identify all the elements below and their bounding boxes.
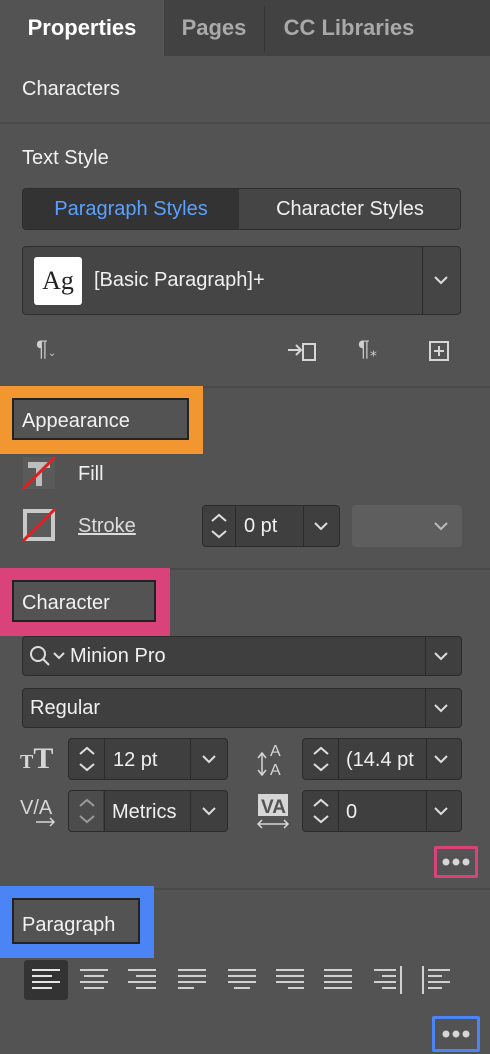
align-right-icon[interactable] [126,966,158,994]
svg-text:VA: VA [261,797,286,818]
fill-swatch-icon[interactable] [22,456,56,490]
justify-left-icon[interactable] [176,966,208,994]
field-divider [104,739,105,779]
svg-text:A: A [270,743,281,760]
text-style-heading: Text Style [22,147,109,169]
field-divider [235,506,236,546]
tab-pages[interactable]: Pages [165,0,263,56]
font-style-value: Regular [30,697,101,719]
load-styles-icon[interactable] [286,338,318,364]
paragraph-mark-menu-icon[interactable]: ¶⌄ [36,336,56,362]
stepper-arrows-icon[interactable] [76,795,98,827]
font-family-value: Minion Pro [70,645,166,667]
stepper-arrows-icon[interactable] [76,743,98,775]
character-heading: Character [22,592,110,614]
svg-text:A: A [270,762,281,778]
field-divider [338,791,339,831]
field-divider [426,739,427,779]
appearance-heading: Appearance [22,410,130,432]
field-divider [190,739,191,779]
tracking-icon: VA [256,794,290,829]
stepper-arrows-icon[interactable] [310,743,332,775]
chevron-down-icon[interactable] [434,651,448,661]
field-divider [104,791,105,831]
field-divider [426,791,427,831]
tab-cc-libraries[interactable]: CC Libraries [265,0,433,56]
paragraph-style-value: [Basic Paragraph]+ [94,269,265,291]
chevron-down-icon[interactable] [314,521,328,531]
tab-properties[interactable]: Properties [0,0,164,56]
new-style-icon[interactable] [428,340,450,362]
style-preview-swatch: Ag [34,257,82,305]
justify-all-icon[interactable] [322,966,354,994]
more-options-icon[interactable] [440,854,472,870]
paragraph-styles-toggle[interactable]: Paragraph Styles [23,189,239,229]
chevron-down-icon[interactable] [434,521,448,531]
fill-label: Fill [78,463,104,485]
stroke-weight-value: 0 pt [244,515,278,537]
chevron-down-icon[interactable] [434,703,448,713]
font-size-icon: TT [20,742,54,775]
field-divider [425,689,426,727]
field-divider [425,637,426,675]
field-divider [190,791,191,831]
font-size-value: 12 pt [113,749,158,771]
align-left-icon[interactable] [30,966,62,994]
stepper-arrows-icon[interactable] [208,510,230,542]
tracking-value: 0 [346,801,358,823]
paragraph-heading: Paragraph [22,914,116,936]
stroke-label[interactable]: Stroke [78,515,136,538]
align-towards-spine-icon[interactable] [372,964,404,996]
stepper-arrows-icon[interactable] [310,795,332,827]
align-center-icon[interactable] [78,966,110,994]
justify-right-icon[interactable] [274,966,306,994]
kerning-value: Metrics [112,801,177,823]
chevron-down-icon[interactable] [202,754,216,764]
more-options-icon[interactable] [440,1026,472,1042]
stroke-swatch-icon[interactable] [22,508,56,542]
section-divider [0,122,490,124]
align-away-from-spine-icon[interactable] [420,964,452,996]
leading-icon: A A [257,743,281,778]
clear-overrides-icon[interactable]: ¶⁎ [358,336,377,362]
svg-text:V/A: V/A [20,797,53,819]
search-icon[interactable] [28,644,68,668]
field-divider [303,506,304,546]
chevron-down-icon[interactable] [434,275,448,285]
justify-center-icon[interactable] [226,966,258,994]
section-characters-title: Characters [22,78,120,100]
chevron-down-icon[interactable] [434,754,448,764]
leading-value: (14.4 pt [346,749,414,771]
chevron-down-icon[interactable] [434,806,448,816]
chevron-down-icon[interactable] [202,806,216,816]
dropdown-divider [422,247,423,314]
character-styles-toggle[interactable]: Character Styles [240,189,460,229]
kerning-icon: V/A [20,797,56,827]
field-divider [338,739,339,779]
